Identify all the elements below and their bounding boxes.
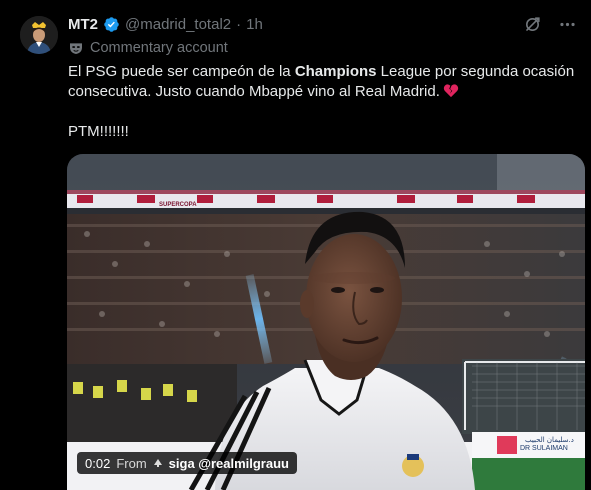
video-source-link[interactable]: siga @realmilgrauu — [169, 456, 289, 471]
video-player[interactable]: SUPERCOPA DR SULAIMAN د.سليمان الحبيب 0:… — [67, 154, 585, 490]
grok-icon[interactable] — [523, 15, 542, 34]
tweet-time[interactable]: 1h — [246, 16, 263, 33]
tweet[interactable]: MT2 @madrid_total2 · 1h Commentary accou… — [0, 0, 591, 490]
avatar[interactable] — [20, 16, 58, 54]
author-handle[interactable]: @madrid_total2 — [125, 16, 231, 33]
avatar-image — [20, 16, 58, 54]
video-frame: SUPERCOPA DR SULAIMAN د.سليمان الحبيب — [67, 154, 585, 490]
sponsor-text: DR SULAIMAN — [520, 445, 568, 452]
board-text: SUPERCOPA — [159, 202, 197, 208]
separator-dot: · — [236, 15, 242, 33]
author-name[interactable]: MT2 — [68, 16, 98, 33]
sponsor-arabic-text: د.سليمان الحبيب — [525, 436, 574, 444]
tweet-paragraph-2: PTM!!!!!!! — [68, 123, 129, 140]
mask-icon — [70, 43, 82, 54]
tweet-text: El PSG puede ser campeón de la Champions… — [68, 62, 578, 142]
verified-badge-icon[interactable] — [103, 16, 120, 33]
more-options-icon[interactable] — [558, 15, 577, 34]
attribution-icon — [153, 459, 162, 467]
commentary-label[interactable]: Commentary account — [68, 38, 228, 58]
tweet-header: MT2 @madrid_total2 · 1h — [68, 14, 263, 34]
tweet-actions-top — [523, 15, 577, 34]
video-duration: 0:02 — [85, 455, 111, 471]
broken-heart-icon — [443, 84, 459, 98]
video-from-label: From — [116, 455, 147, 471]
commentary-text: Commentary account — [90, 40, 228, 56]
tweet-text-part: El PSG puede ser campeón de la — [68, 63, 295, 80]
video-badge: 0:02 From siga @realmilgrauu — [77, 452, 297, 474]
tweet-paragraph-1: El PSG puede ser campeón de la Champions… — [68, 62, 578, 102]
tweet-text-bold: Champions — [294, 63, 377, 80]
